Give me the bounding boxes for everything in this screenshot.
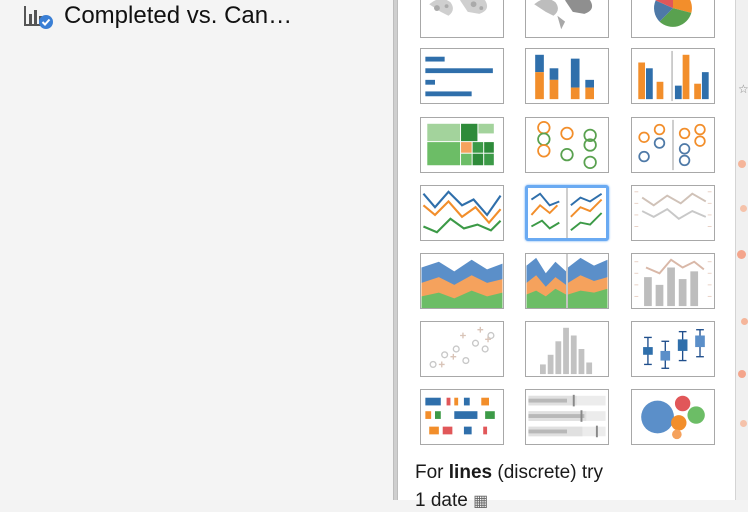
- scatter-plot-icon: [429, 326, 495, 368]
- thumb-pie-chart[interactable]: [631, 0, 715, 38]
- bar-chart-check-icon: [24, 6, 53, 29]
- thumb-filled-map[interactable]: [525, 0, 609, 38]
- thumb-area-continuous[interactable]: [420, 253, 504, 309]
- sheet-list-pane: Completed vs. Can…: [0, 0, 393, 500]
- thumb-dual-combination[interactable]: [631, 253, 715, 309]
- show-me-panel: For lines (discrete) try 1 date ▦: [398, 0, 736, 511]
- thumb-treemap[interactable]: [420, 117, 504, 173]
- sheet-tab-completed-vs-canceled[interactable]: Completed vs. Can…: [22, 0, 292, 32]
- thumb-lines-discrete[interactable]: [525, 185, 609, 241]
- side-by-side-bars-icon: [638, 50, 709, 102]
- thumb-circle-views[interactable]: [525, 117, 609, 173]
- packed-bubbles-icon: [641, 395, 705, 440]
- horizontal-bars-icon: [425, 56, 493, 97]
- thumb-area-discrete[interactable]: [525, 253, 609, 309]
- thumb-side-by-side-circles[interactable]: [631, 117, 715, 173]
- symbol-map-icon: [429, 0, 488, 16]
- dual-lines-icon: [634, 191, 712, 227]
- thumb-scatter-plot[interactable]: [420, 321, 504, 377]
- thumb-lines-continuous[interactable]: [420, 185, 504, 241]
- thumb-box-and-whisker[interactable]: [631, 321, 715, 377]
- dual-combination-icon: [634, 258, 712, 307]
- bullet-graph-icon: [528, 394, 606, 438]
- box-and-whisker-icon: [643, 329, 705, 369]
- pie-chart-icon: [654, 0, 692, 27]
- thumb-histogram[interactable]: [525, 321, 609, 377]
- thumb-side-by-side-bars[interactable]: [631, 48, 715, 104]
- area-continuous-icon: [421, 259, 503, 308]
- sheet-title: Completed vs. Can…: [64, 2, 293, 29]
- show-me-hint: For lines (discrete) try: [415, 462, 603, 483]
- calendar-icon: ▦: [473, 493, 489, 510]
- background-view-edge: ☆: [736, 0, 748, 500]
- gantt-chart-icon: [425, 397, 495, 435]
- circle-views-icon: [537, 120, 597, 170]
- thumb-stacked-bars[interactable]: [525, 48, 609, 104]
- treemap-icon: [427, 123, 494, 166]
- histogram-icon: [540, 327, 593, 375]
- thumb-bullet-graph[interactable]: [525, 389, 609, 445]
- lines-continuous-icon: [422, 190, 502, 234]
- area-discrete-icon: [526, 254, 608, 308]
- show-me-hint-requirement: 1 date ▦: [415, 490, 489, 511]
- hint-chart-type: lines: [448, 462, 493, 483]
- thumb-gantt-chart[interactable]: [420, 389, 504, 445]
- thumb-horizontal-bars[interactable]: [420, 48, 504, 104]
- thumb-symbol-map[interactable]: [420, 0, 504, 38]
- filled-map-icon: [534, 0, 593, 30]
- thumb-dual-lines[interactable]: [631, 185, 715, 241]
- lines-discrete-icon: [530, 188, 603, 238]
- stacked-bars-icon: [535, 54, 594, 100]
- thumb-packed-bubbles[interactable]: [631, 389, 715, 445]
- side-by-side-circles-icon: [638, 119, 706, 171]
